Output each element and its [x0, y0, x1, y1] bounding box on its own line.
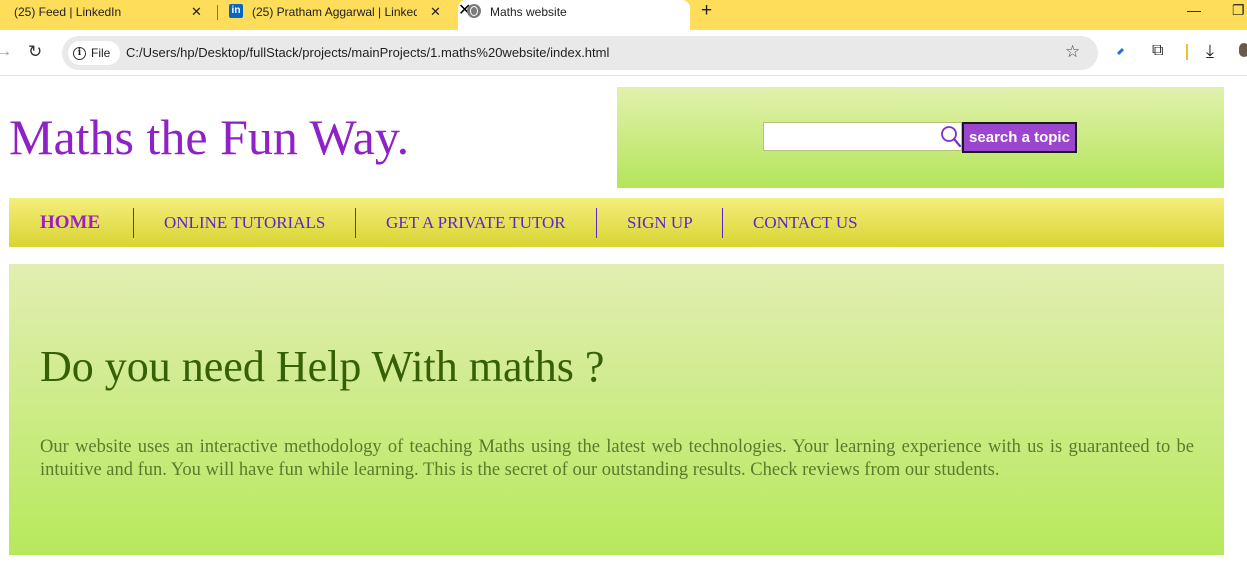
search-icon — [941, 126, 962, 148]
download-icon[interactable]: ⤓ — [1206, 42, 1214, 60]
nav-divider — [133, 208, 134, 238]
new-tab-button[interactable]: + — [701, 1, 712, 21]
back-icon[interactable]: → — [0, 44, 12, 60]
minimize-icon[interactable]: — — [1187, 2, 1201, 18]
nav-online-tutorials[interactable]: ONLINE TUTORIALS — [164, 198, 325, 247]
profile-avatar[interactable] — [1239, 43, 1247, 57]
hero-heading: Do you need Help With maths ? — [40, 342, 605, 391]
restore-icon[interactable]: ❐ — [1232, 2, 1245, 19]
main-nav: HOME ONLINE TUTORIALS GET A PRIVATE TUTO… — [9, 198, 1224, 247]
toolbar-divider — [1186, 44, 1188, 60]
nav-private-tutor[interactable]: GET A PRIVATE TUTOR — [386, 198, 566, 247]
site-logo: Maths the Fun Way. — [9, 109, 410, 165]
search-button[interactable]: search a topic — [962, 122, 1077, 153]
search-panel: search a topic — [617, 87, 1224, 188]
nav-divider — [596, 208, 597, 238]
close-icon[interactable]: ✕ — [191, 5, 202, 18]
extensions-icon[interactable]: ⧉ — [1152, 43, 1163, 59]
close-icon[interactable]: ✕ — [430, 5, 441, 18]
chip-label: File — [91, 46, 111, 60]
tab-title: Maths website — [490, 5, 567, 19]
reload-icon[interactable]: ↻ — [28, 43, 42, 60]
hero-section: Do you need Help With maths ? Our websit… — [9, 264, 1224, 555]
tab-linkedin-feed[interactable]: (25) Feed | LinkedIn ✕ — [0, 0, 210, 24]
star-icon[interactable]: ☆ — [1065, 42, 1080, 62]
nav-sign-up[interactable]: SIGN UP — [627, 198, 693, 247]
globe-icon — [467, 4, 481, 18]
nav-divider — [355, 208, 356, 238]
tab-title: (25) Pratham Aggarwal | LinkedIn — [252, 5, 417, 19]
tab-maths-website[interactable]: Maths website ✕ — [458, 0, 690, 30]
tab-strip: (25) Feed | LinkedIn ✕ (25) Pratham Agga… — [0, 0, 1247, 30]
linkedin-icon: in — [229, 4, 243, 18]
address-bar[interactable]: i File C:/Users/hp/Desktop/fullStack/pro… — [62, 36, 1098, 70]
site-info-chip[interactable]: i File — [68, 41, 120, 65]
tab-separator — [217, 5, 218, 20]
browser-toolbar: → ↻ i File C:/Users/hp/Desktop/fullStack… — [0, 30, 1247, 76]
tab-title: (25) Feed | LinkedIn — [14, 5, 122, 19]
search-input[interactable] — [763, 122, 962, 151]
tab-linkedin-profile[interactable]: (25) Pratham Aggarwal | LinkedIn ✕ — [222, 0, 452, 24]
nav-home[interactable]: HOME — [40, 198, 100, 247]
info-icon: i — [73, 46, 86, 60]
nav-contact-us[interactable]: CONTACT US — [753, 198, 858, 247]
nav-divider — [722, 208, 723, 238]
url-text[interactable]: C:/Users/hp/Desktop/fullStack/projects/m… — [126, 45, 609, 60]
hero-text: Our website uses an interactive methodol… — [40, 437, 1194, 480]
